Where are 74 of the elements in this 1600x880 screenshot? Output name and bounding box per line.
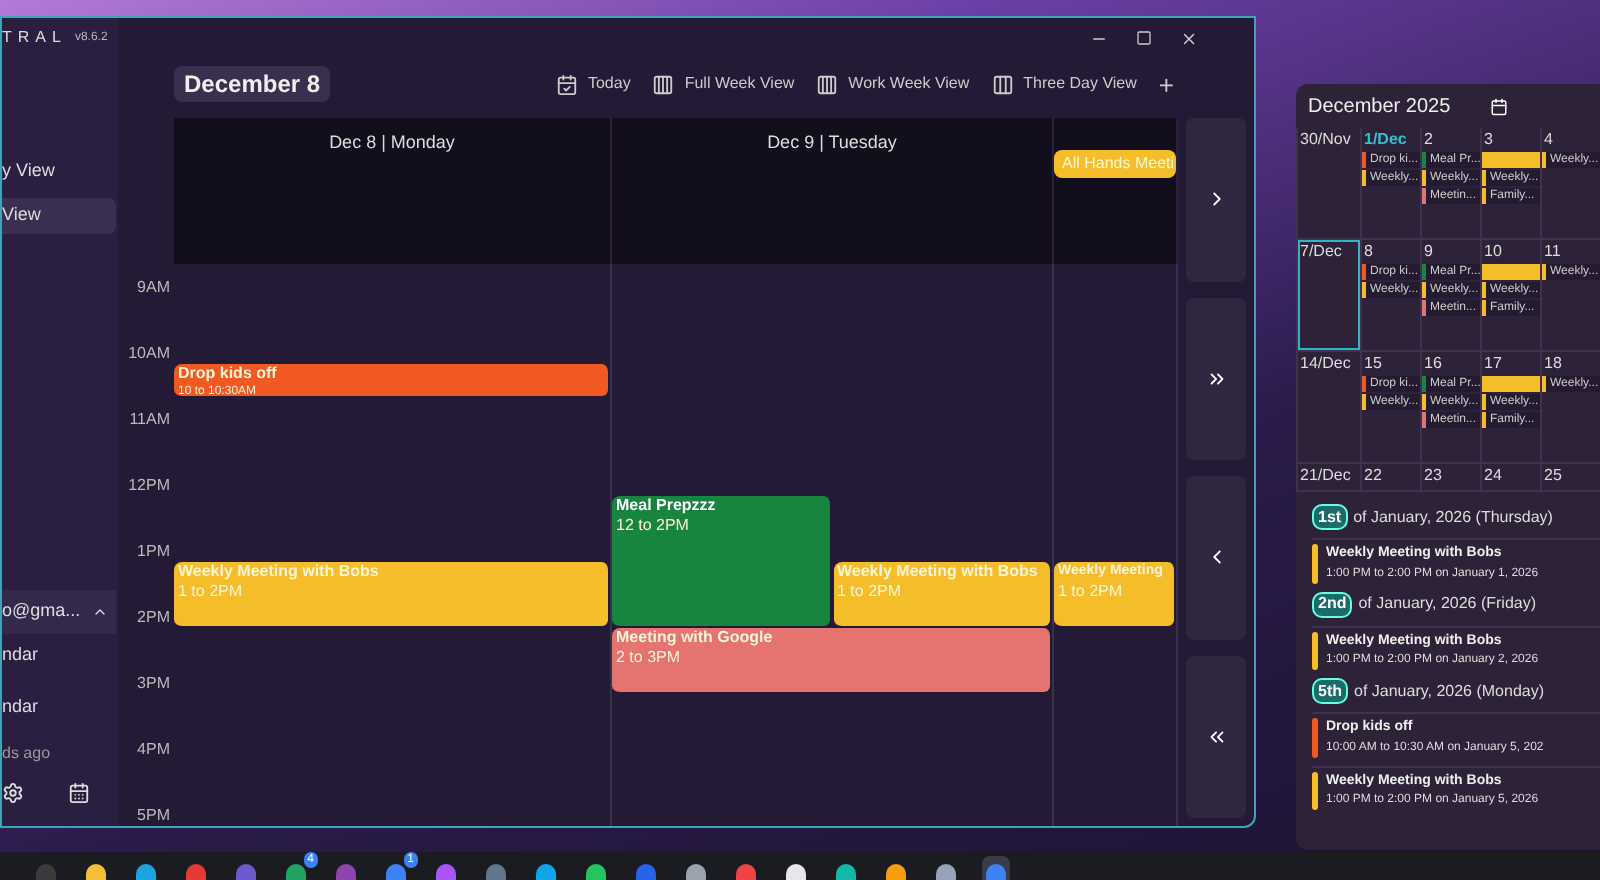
- hour-label: 1PM: [137, 544, 170, 560]
- hour-label: 11AM: [129, 412, 170, 428]
- app-icon: [336, 864, 356, 880]
- date-badge: 5th: [1312, 678, 1348, 704]
- day-cell[interactable]: 14/Dec: [1296, 352, 1360, 462]
- view-button[interactable]: Today: [555, 72, 631, 96]
- event-bar[interactable]: [1482, 152, 1542, 168]
- month-title: December 2025: [1308, 93, 1451, 121]
- nav-item[interactable]: y View: [2, 154, 116, 190]
- close-icon[interactable]: [1180, 29, 1198, 47]
- view-button[interactable]: Work Week View: [816, 72, 970, 96]
- calendar-icon: [555, 73, 578, 95]
- day-cell[interactable]: 30/Nov: [1296, 128, 1360, 238]
- date-title: December 8: [174, 66, 331, 102]
- app-icon: [886, 864, 906, 880]
- app-icon: [586, 864, 606, 880]
- maximize-icon[interactable]: [1136, 30, 1152, 46]
- double-chevron-right-icon: [1205, 367, 1227, 390]
- app-icon: [836, 864, 856, 880]
- calendar-item[interactable]: ndar: [2, 642, 118, 670]
- app-icon: [786, 864, 806, 880]
- date-badge: 1st: [1312, 504, 1348, 530]
- app-icon: [36, 864, 56, 880]
- account-row[interactable]: o@gma...: [2, 590, 116, 634]
- day-header: Dec 8 | Monday: [329, 130, 455, 156]
- day-cell[interactable]: 22: [1360, 464, 1420, 490]
- day-cell[interactable]: 21/Dec: [1296, 464, 1360, 490]
- app-icon: [986, 864, 1006, 880]
- hour-label: 4PM: [137, 742, 170, 758]
- event-bar[interactable]: [1482, 376, 1542, 392]
- app-icon: [186, 864, 206, 880]
- app-title: TRAL: [2, 26, 67, 50]
- app-icon: [686, 864, 706, 880]
- day-cell[interactable]: 25: [1540, 464, 1600, 490]
- hour-label: 12PM: [128, 478, 170, 494]
- app-icon: [736, 864, 756, 880]
- event-bar[interactable]: [1482, 264, 1542, 280]
- app-icon: [386, 864, 406, 880]
- app-icon: [436, 864, 456, 880]
- day-cell[interactable]: 7/Dec: [1296, 240, 1360, 350]
- columns-icon: [816, 73, 839, 95]
- app-icon: [636, 864, 656, 880]
- sync-status: ds ago: [2, 742, 51, 766]
- event-block[interactable]: Meal Prepzzz 12 to 2PM: [612, 496, 831, 628]
- hour-label: 3PM: [137, 676, 170, 692]
- app-icon: [236, 864, 256, 880]
- hour-label: 9AM: [137, 280, 170, 296]
- nav-item[interactable]: View: [2, 198, 116, 234]
- date-badge: 2nd: [1312, 591, 1353, 617]
- calendar-item[interactable]: ndar: [2, 694, 118, 722]
- view-button[interactable]: Three Day View: [991, 72, 1137, 96]
- view-button[interactable]: Full Week View: [652, 72, 795, 96]
- app-icon: [936, 864, 956, 880]
- day-cell[interactable]: 23: [1420, 464, 1480, 490]
- agenda-date: of January, 2026 (Thursday): [1353, 505, 1553, 529]
- hour-label: 2PM: [137, 610, 170, 626]
- double-chevron-left-icon: [1205, 725, 1227, 748]
- columns-icon: [652, 73, 675, 95]
- app-icon: [486, 864, 506, 880]
- add-button[interactable]: +: [1158, 71, 1174, 97]
- settings-icon[interactable]: [2, 781, 24, 803]
- agenda-date: of January, 2026 (Friday): [1358, 592, 1537, 616]
- agenda-date: of January, 2026 (Monday): [1354, 679, 1545, 703]
- app-icon: [286, 864, 306, 880]
- calendar-icon[interactable]: [68, 781, 90, 803]
- day-header: Dec 9 | Tuesday: [767, 130, 897, 156]
- columns-icon: [991, 73, 1014, 95]
- chevron-up-icon: [92, 604, 108, 620]
- hour-label: 5PM: [137, 808, 170, 824]
- app-icon: [136, 864, 156, 880]
- app-icon: [536, 864, 556, 880]
- day-cell[interactable]: 24: [1480, 464, 1540, 490]
- hour-label: 10AM: [128, 346, 170, 362]
- app-icon: [86, 864, 106, 880]
